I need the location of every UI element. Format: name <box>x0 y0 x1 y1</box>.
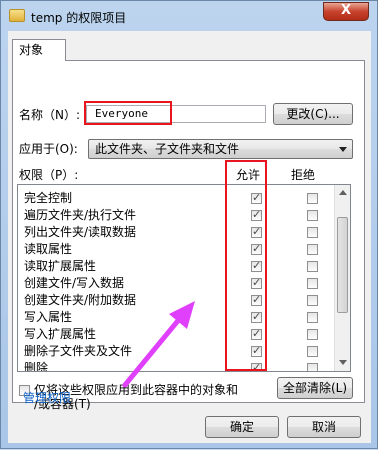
tab-object[interactable]: 对象 <box>12 39 66 61</box>
close-button[interactable]: X <box>323 2 369 21</box>
permission-name: 完全控制 <box>24 191 73 205</box>
folder-icon <box>9 9 25 22</box>
apply-to-value: 此文件夹、子文件夹和文件 <box>95 142 240 156</box>
permission-row: 读取扩展属性 <box>18 258 336 275</box>
permission-name: 读取扩展属性 <box>24 259 97 273</box>
permission-entry-dialog: temp 的权限项目 X 对象 名称（N）: Everyone 更改(C)...… <box>0 0 378 449</box>
title-bar[interactable]: temp 的权限项目 X <box>1 1 377 31</box>
ok-button[interactable]: 确定 <box>205 416 279 438</box>
permissions-label: 权限（P）: <box>19 168 79 182</box>
scrollbar-thumb[interactable] <box>337 217 348 313</box>
deny-checkbox[interactable] <box>307 278 318 289</box>
permission-name: 写入属性 <box>24 310 73 324</box>
deny-checkbox[interactable] <box>307 363 318 371</box>
chevron-down-icon <box>339 147 347 152</box>
permission-row: 删除 <box>18 360 336 372</box>
allow-column-highlight-box <box>225 160 267 371</box>
deny-column-header: 拒绝 <box>291 168 316 182</box>
permission-row: 删除子文件夹及文件 <box>18 343 336 360</box>
deny-checkbox[interactable] <box>307 329 318 340</box>
deny-checkbox[interactable] <box>307 193 318 204</box>
permissions-scrollbar[interactable] <box>334 185 350 371</box>
permission-row: 创建文件夹/附加数据 <box>18 292 336 309</box>
deny-checkbox[interactable] <box>307 261 318 272</box>
permission-name: 删除子文件夹及文件 <box>24 344 133 358</box>
permission-row: 遍历文件夹/执行文件 <box>18 207 336 224</box>
permission-name: 列出文件夹/读取数据 <box>24 225 137 239</box>
permission-row: 写入属性 <box>18 309 336 326</box>
permission-row: 创建文件/写入数据 <box>18 275 336 292</box>
permission-row: 完全控制 <box>18 190 336 207</box>
permission-name: 写入扩展属性 <box>24 327 97 341</box>
permission-name: 创建文件夹/附加数据 <box>24 293 137 307</box>
permission-row: 写入扩展属性 <box>18 326 336 343</box>
permissions-list: 完全控制遍历文件夹/执行文件列出文件夹/读取数据读取属性读取扩展属性创建文件/写… <box>17 184 351 372</box>
name-highlight-box <box>84 101 172 125</box>
change-button[interactable]: 更改(C)... <box>273 103 353 125</box>
deny-checkbox[interactable] <box>307 346 318 357</box>
tab-panel: 名称（N）: Everyone 更改(C)... 应用于(O): 此文件夹、子文… <box>12 60 365 411</box>
scroll-down-arrow-icon[interactable] <box>339 360 347 365</box>
manage-permissions-link[interactable]: 管理权限 <box>23 389 71 406</box>
deny-checkbox[interactable] <box>307 295 318 306</box>
permission-row: 列出文件夹/读取数据 <box>18 224 336 241</box>
permission-name: 遍历文件夹/执行文件 <box>24 208 137 222</box>
permission-name: 创建文件/写入数据 <box>24 276 125 290</box>
apply-to-label: 应用于(O): <box>19 142 78 156</box>
permission-name: 读取属性 <box>24 242 73 256</box>
cancel-button[interactable]: 取消 <box>287 416 361 438</box>
name-label: 名称（N）: <box>19 108 81 122</box>
dialog-client-area: 对象 名称（N）: Everyone 更改(C)... 应用于(O): 此文件夹… <box>8 31 371 443</box>
deny-checkbox[interactable] <box>307 227 318 238</box>
permission-row: 读取属性 <box>18 241 336 258</box>
deny-checkbox[interactable] <box>307 312 318 323</box>
permission-name: 删除 <box>24 361 49 372</box>
apply-to-select[interactable]: 此文件夹、子文件夹和文件 <box>88 139 353 159</box>
deny-checkbox[interactable] <box>307 244 318 255</box>
window-title: temp 的权限项目 <box>31 11 127 25</box>
clear-all-button[interactable]: 全部清除(L) <box>277 377 353 399</box>
deny-checkbox[interactable] <box>307 210 318 221</box>
scroll-up-arrow-icon[interactable] <box>339 190 347 195</box>
